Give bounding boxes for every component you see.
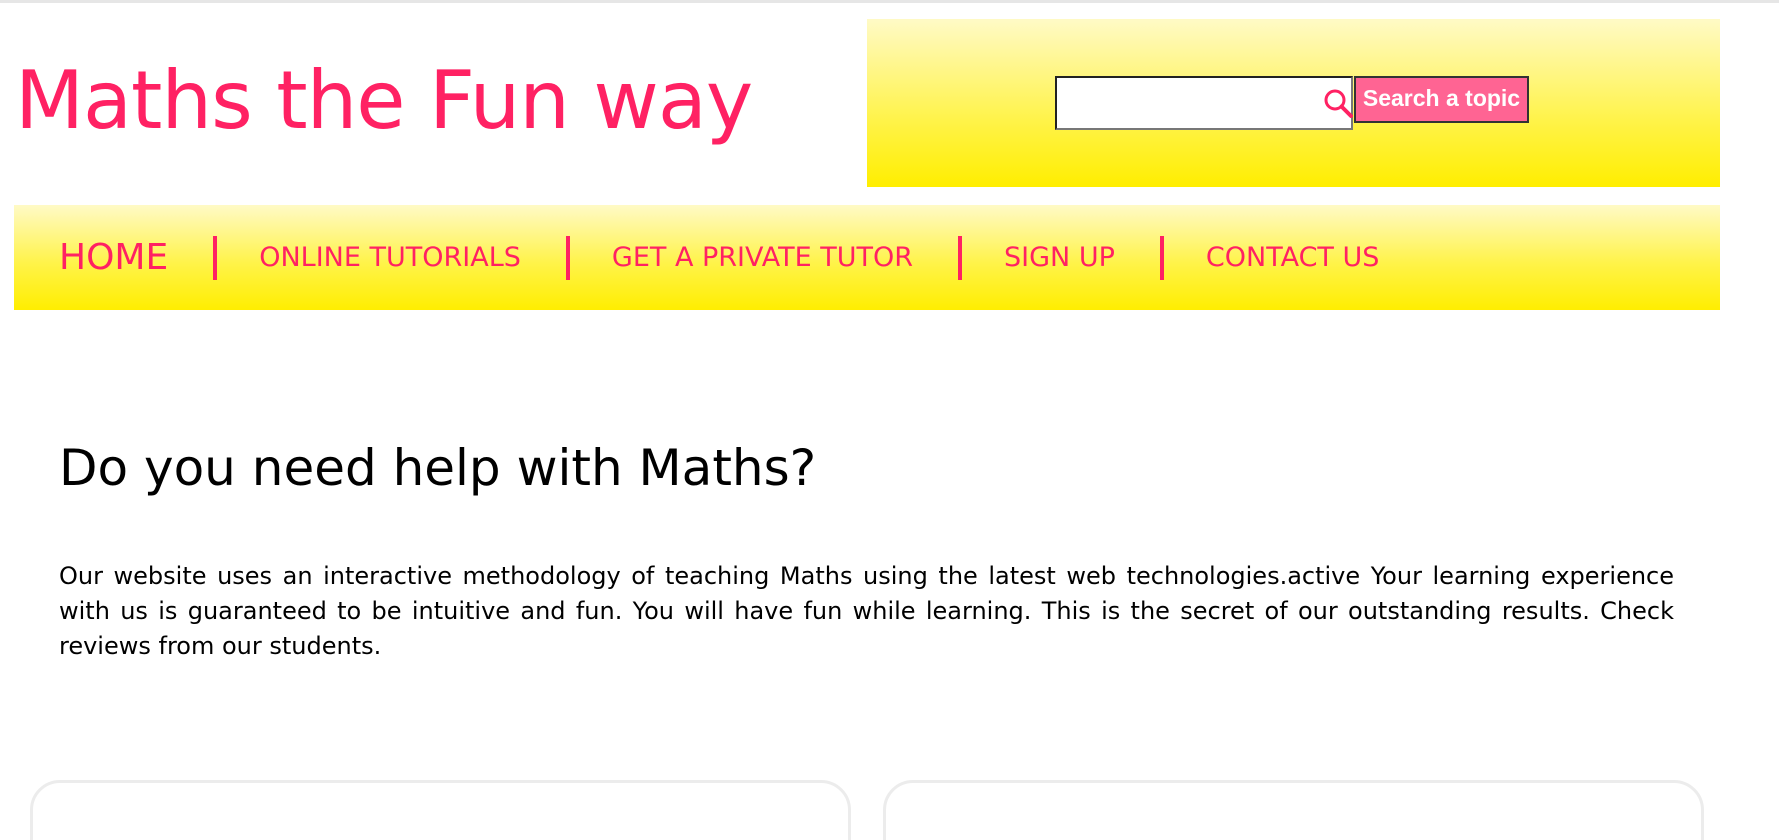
nav-item-contact-us[interactable]: CONTACT US (1206, 242, 1380, 273)
search-input[interactable] (1055, 76, 1353, 130)
nav-divider (958, 235, 963, 280)
nav-item-home[interactable]: HOME (59, 237, 168, 278)
content-card (883, 780, 1704, 840)
search-button[interactable]: Search a topic (1354, 76, 1529, 123)
nav-item-sign-up[interactable]: SIGN UP (1004, 242, 1115, 273)
intro-heading: Do you need help with Maths? (59, 439, 817, 497)
page: Maths the Fun way Search a topic HOME ON… (0, 0, 1779, 840)
nav-item-online-tutorials[interactable]: ONLINE TUTORIALS (259, 242, 521, 273)
main-nav: HOME ONLINE TUTORIALS GET A PRIVATE TUTO… (14, 205, 1720, 310)
site-title: Maths the Fun way (15, 54, 753, 147)
nav-divider (565, 235, 570, 280)
intro-paragraph: Our website uses an interactive methodol… (59, 562, 1674, 660)
search-icon[interactable] (1322, 87, 1354, 119)
content-card (30, 780, 851, 840)
nav-item-private-tutor[interactable]: GET A PRIVATE TUTOR (612, 242, 913, 273)
nav-divider (1159, 235, 1164, 280)
nav-divider (213, 235, 218, 280)
search-panel: Search a topic (867, 19, 1720, 187)
